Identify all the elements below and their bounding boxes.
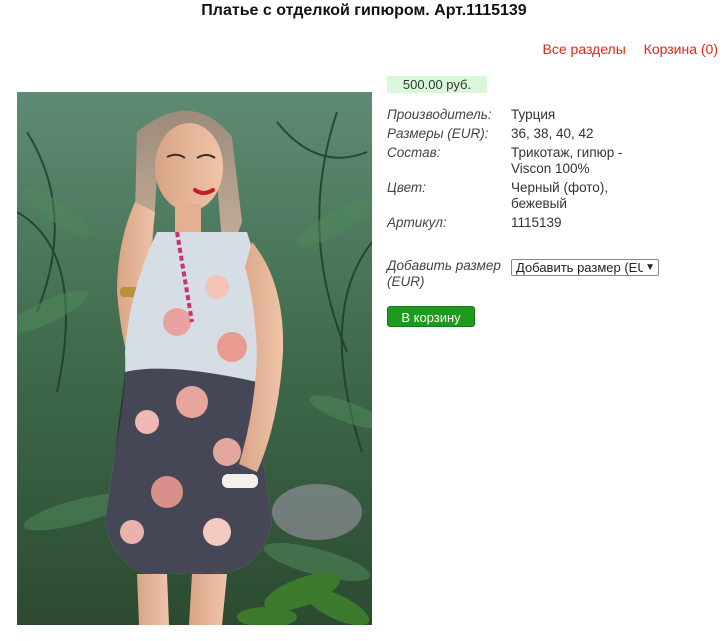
property-value: Турция — [511, 107, 556, 122]
top-links: Все разделы Корзина (0) — [529, 41, 718, 57]
property-label: Цвет: — [387, 180, 426, 195]
size-select[interactable]: Добавить размер (EU ▼ — [511, 259, 659, 276]
chevron-down-icon: ▼ — [643, 260, 655, 275]
property-value: 36, 38, 40, 42 — [511, 126, 594, 141]
property-label: Производитель: — [387, 107, 492, 122]
property-label: Размеры (EUR): — [387, 126, 489, 141]
property-row: Артикул: 1115139 — [387, 215, 722, 231]
page-title: Платье с отделкой гипюром. Арт.1115139 — [201, 2, 527, 19]
property-value: Черный (фото), бежевый — [511, 180, 609, 211]
size-select-value: Добавить размер (EU — [516, 260, 647, 275]
price-badge: 500.00 руб. — [387, 76, 487, 93]
add-to-cart-button[interactable]: В корзину — [387, 306, 475, 327]
property-label: Артикул: — [387, 215, 447, 230]
property-row: Состав: Трикотаж, гипюр - Viscon 100% — [387, 145, 722, 177]
product-properties: Производитель: Турция Размеры (EUR): 36,… — [387, 107, 722, 234]
cart-link[interactable]: Корзина (0) — [644, 41, 718, 57]
add-size-label: Добавить размер (EUR) — [387, 258, 501, 289]
product-photo[interactable] — [17, 92, 372, 625]
property-value: 1115139 — [511, 215, 562, 230]
add-size-row: Добавить размер (EUR) Добавить размер (E… — [387, 258, 722, 290]
property-row: Производитель: Турция — [387, 107, 722, 123]
property-label: Состав: — [387, 145, 441, 160]
property-value: Трикотаж, гипюр - Viscon 100% — [511, 145, 623, 176]
property-row: Цвет: Черный (фото), бежевый — [387, 180, 722, 212]
all-sections-link[interactable]: Все разделы — [543, 41, 626, 57]
property-row: Размеры (EUR): 36, 38, 40, 42 — [387, 126, 722, 142]
